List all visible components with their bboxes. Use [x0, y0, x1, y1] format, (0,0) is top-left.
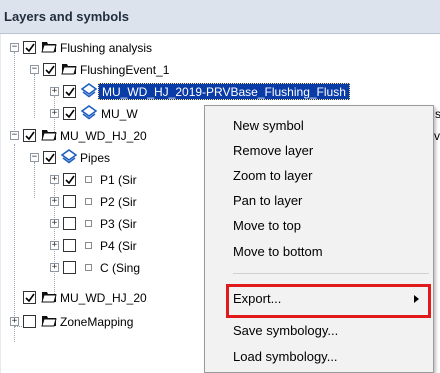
expand-toggle[interactable]: + [50, 87, 59, 96]
layer-checkbox[interactable] [23, 41, 36, 54]
layer-checkbox[interactable] [63, 107, 76, 120]
layer-checkbox[interactable] [63, 217, 76, 230]
context-menu: New symbol Remove layer Zoom to layer Pa… [204, 105, 434, 373]
node-label-tail: v [434, 129, 440, 143]
node-label: Pipes [80, 151, 111, 165]
tree-node-flushing-analysis[interactable]: − Flushing analysis [1, 37, 241, 59]
menu-item-zoom-to-layer[interactable]: Zoom to layer [205, 163, 433, 189]
folder-icon [41, 313, 57, 330]
node-label: MU_W [101, 107, 138, 121]
menu-item-label: Move to bottom [233, 244, 323, 259]
tree-node-layer-selected[interactable]: + MU_WD_HJ_2019-PRVBase_Flushing_Flush [1, 81, 440, 103]
symbol-swatch-icon [85, 264, 92, 271]
menu-item-new-symbol[interactable]: New symbol [205, 113, 433, 139]
node-label: ZoneMapping [60, 315, 134, 329]
layer-checkbox[interactable] [63, 173, 76, 186]
layer-checkbox[interactable] [43, 151, 56, 164]
expand-toggle[interactable]: + [50, 175, 59, 184]
node-label: P2 (Sir [100, 195, 137, 209]
tree-node-pipes[interactable]: − Pipes [1, 147, 221, 169]
layer-checkbox[interactable] [63, 195, 76, 208]
menu-item-load-symbology[interactable]: Load symbology... [205, 344, 433, 370]
collapse-toggle[interactable]: − [10, 43, 19, 52]
layer-checkbox[interactable] [23, 291, 36, 304]
layer-checkbox[interactable] [63, 239, 76, 252]
expand-toggle[interactable]: + [10, 317, 19, 326]
folder-icon [41, 289, 57, 306]
layer-checkbox[interactable] [23, 129, 36, 142]
checkmark-icon [45, 153, 55, 163]
tree-node-pipe-item[interactable]: + P3 (Sir [1, 213, 211, 235]
menu-item-save-symbology[interactable]: Save symbology... [205, 318, 433, 344]
layer-stack-icon [60, 149, 78, 168]
checkmark-icon [65, 109, 75, 119]
menu-item-label: Remove layer [233, 143, 314, 158]
checkmark-icon [65, 175, 75, 185]
menu-item-move-to-top[interactable]: Move to top [205, 213, 433, 239]
layer-checkbox[interactable] [63, 85, 76, 98]
node-label: P4 (Sir [100, 239, 137, 253]
node-label: MU_WD_HJ_20 [60, 129, 147, 143]
node-label: P1 (Sir [100, 173, 137, 187]
menu-separator [233, 273, 429, 274]
expand-toggle[interactable]: + [50, 109, 59, 118]
tree-node-mu-group-2[interactable]: MU_WD_HJ_20 [1, 287, 221, 309]
checkmark-icon [25, 131, 35, 141]
menu-item-move-to-bottom[interactable]: Move to bottom [205, 239, 433, 265]
tree-node-pipe-item[interactable]: + P2 (Sir [1, 191, 211, 213]
symbol-swatch-icon [85, 198, 92, 205]
expand-toggle[interactable]: + [50, 241, 59, 250]
layer-stack-icon [80, 105, 98, 124]
node-label-selected: MU_WD_HJ_2019-PRVBase_Flushing_Flush [98, 83, 350, 100]
node-label-tail: sh [435, 107, 440, 121]
expand-toggle[interactable]: + [50, 263, 59, 272]
expand-toggle[interactable]: + [50, 219, 59, 228]
layer-stack-icon [80, 83, 98, 102]
layer-checkbox[interactable] [63, 261, 76, 274]
menu-item-label: Zoom to layer [233, 168, 313, 183]
checkmark-icon [65, 87, 75, 97]
symbol-swatch-icon [85, 242, 92, 249]
checkmark-icon [25, 293, 35, 303]
node-label: C (Sing [100, 261, 141, 275]
node-label: P3 (Sir [100, 217, 137, 231]
checkmark-icon [25, 43, 35, 53]
collapse-toggle[interactable]: − [30, 65, 39, 74]
menu-item-label: Save symbology... [233, 323, 339, 338]
layer-checkbox[interactable] [23, 315, 36, 328]
tree-node-pipe-item[interactable]: + C (Sing [1, 257, 211, 279]
node-label: Flushing analysis [60, 41, 153, 55]
menu-item-label: Pan to layer [233, 193, 303, 208]
layer-checkbox[interactable] [43, 63, 56, 76]
tree-node-flushing-event[interactable]: − FlushingEvent_1 [1, 59, 261, 81]
tree-node-pipe-item[interactable]: + P1 (Sir [1, 169, 211, 191]
folder-icon [61, 61, 77, 78]
highlight-annotation [226, 284, 431, 318]
node-label: FlushingEvent_1 [80, 63, 170, 77]
menu-item-label: New symbol [233, 118, 304, 133]
menu-item-label: Move to top [233, 218, 301, 233]
folder-icon [41, 39, 57, 56]
menu-item-label: Load symbology... [233, 349, 338, 364]
tree-node-zone-mapping[interactable]: + ZoneMapping [1, 311, 221, 333]
panel-header: Layers and symbols [0, 0, 440, 34]
symbol-swatch-icon [85, 176, 92, 183]
collapse-toggle[interactable]: − [10, 131, 19, 140]
symbol-swatch-icon [85, 220, 92, 227]
tree-node-pipe-item[interactable]: + P4 (Sir [1, 235, 211, 257]
menu-item-pan-to-layer[interactable]: Pan to layer [205, 188, 433, 214]
checkmark-icon [45, 65, 55, 75]
panel-title: Layers and symbols [4, 9, 129, 24]
menu-item-remove-layer[interactable]: Remove layer [205, 138, 433, 164]
expand-toggle[interactable]: + [50, 197, 59, 206]
node-label: MU_WD_HJ_20 [60, 291, 147, 305]
folder-icon [41, 127, 57, 144]
collapse-toggle[interactable]: − [30, 153, 39, 162]
